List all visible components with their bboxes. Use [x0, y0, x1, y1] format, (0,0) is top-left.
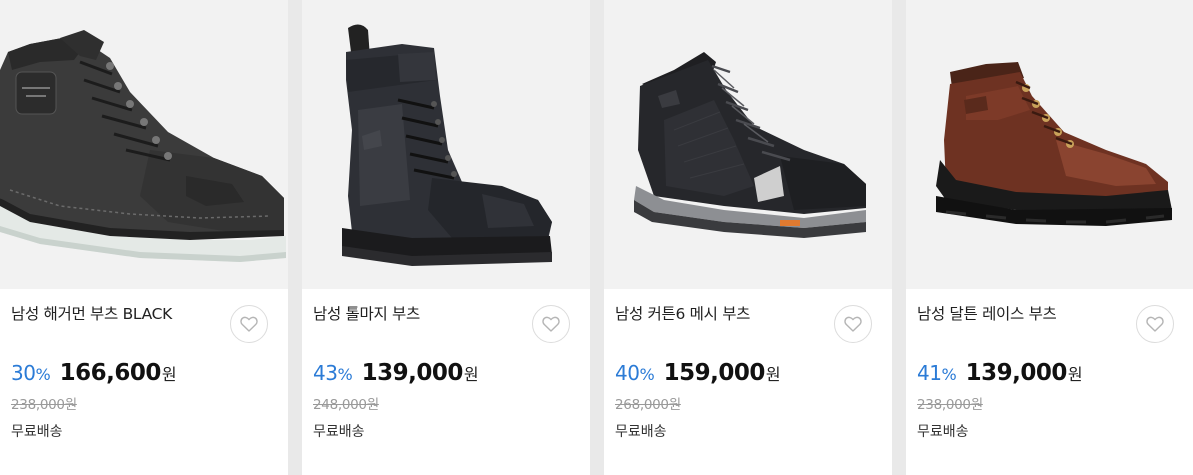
heart-icon	[844, 316, 862, 332]
product-card[interactable]: 남성 달튼 레이스 부츠 41% 139,000원 238,000원 무료배송	[906, 0, 1193, 475]
wishlist-button[interactable]	[532, 305, 570, 343]
discount-unit: %	[337, 365, 353, 384]
discount-rate: 30	[11, 361, 36, 385]
wishlist-button[interactable]	[230, 305, 268, 343]
discount-rate: 40	[615, 361, 640, 385]
product-image[interactable]	[302, 0, 590, 289]
shipping-label: 무료배송	[313, 424, 365, 440]
shipping-label: 무료배송	[917, 424, 969, 440]
boot-image	[936, 62, 1172, 226]
card-separator	[590, 0, 604, 475]
currency-unit: 원	[161, 365, 177, 384]
heart-icon	[542, 316, 560, 332]
product-name[interactable]: 남성 해거먼 부츠 BLACK	[11, 302, 172, 324]
heart-icon	[240, 316, 258, 332]
currency-unit: 원	[463, 365, 479, 384]
discount-unit: %	[35, 365, 51, 384]
sale-price: 166,600	[59, 360, 162, 386]
sale-price: 139,000	[361, 360, 464, 386]
original-price: 238,000원	[11, 397, 77, 413]
heart-icon	[1146, 316, 1164, 332]
product-image[interactable]	[0, 0, 288, 289]
original-price: 248,000원	[313, 397, 379, 413]
boot-image	[634, 52, 866, 238]
product-name[interactable]: 남성 커튼6 메시 부츠	[615, 302, 750, 324]
shipping-label: 무료배송	[11, 424, 63, 440]
discount-unit: %	[639, 365, 655, 384]
currency-unit: 원	[765, 365, 781, 384]
price-row: 30% 166,600원	[11, 360, 177, 392]
discount-rate: 43	[313, 361, 338, 385]
price-row: 41% 139,000원	[917, 360, 1083, 392]
shipping-label: 무료배송	[615, 424, 667, 440]
original-price: 238,000원	[917, 397, 983, 413]
product-image[interactable]	[906, 0, 1193, 289]
product-name[interactable]: 남성 톨마지 부츠	[313, 302, 420, 324]
product-card[interactable]: 남성 해거먼 부츠 BLACK 30% 166,600원 238,000원 무료배…	[0, 0, 288, 475]
card-separator	[892, 0, 906, 475]
sale-price: 139,000	[965, 360, 1068, 386]
discount-unit: %	[941, 365, 957, 384]
currency-unit: 원	[1067, 365, 1083, 384]
price-row: 43% 139,000원	[313, 360, 479, 392]
discount-rate: 41	[917, 361, 942, 385]
wishlist-button[interactable]	[834, 305, 872, 343]
sale-price: 159,000	[663, 360, 766, 386]
original-price: 268,000원	[615, 397, 681, 413]
card-separator	[288, 0, 302, 475]
boot-image	[0, 30, 286, 262]
product-name[interactable]: 남성 달튼 레이스 부츠	[917, 302, 1057, 324]
wishlist-button[interactable]	[1136, 305, 1174, 343]
price-row: 40% 159,000원	[615, 360, 781, 392]
product-card[interactable]: 남성 톨마지 부츠 43% 139,000원 248,000원 무료배송	[302, 0, 590, 475]
product-image[interactable]	[604, 0, 892, 289]
product-grid: 남성 해거먼 부츠 BLACK 30% 166,600원 238,000원 무료배…	[0, 0, 1193, 475]
boot-image	[342, 24, 552, 266]
product-card[interactable]: 남성 커튼6 메시 부츠 40% 159,000원 268,000원 무료배송	[604, 0, 892, 475]
